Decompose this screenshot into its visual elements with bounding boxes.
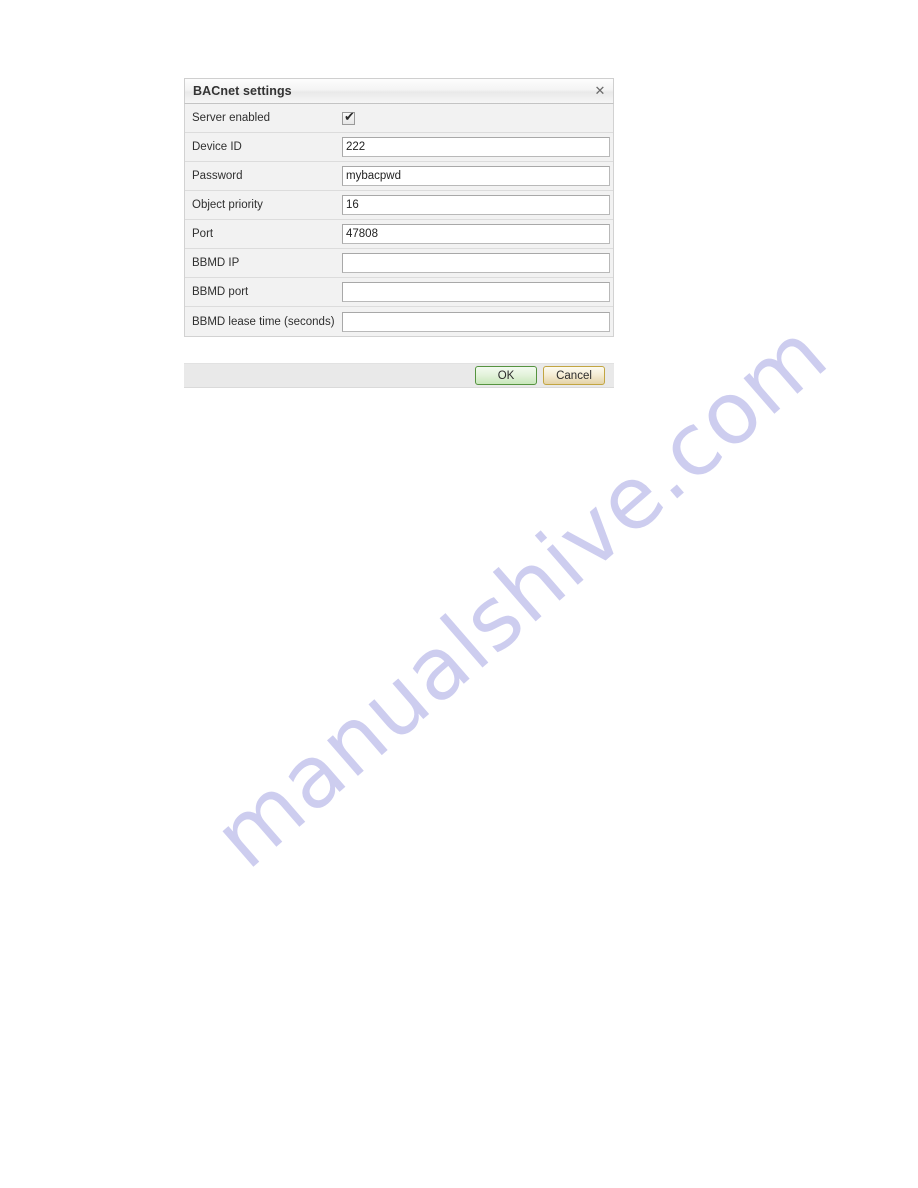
field-row-server-enabled: Server enabled ✔ [185, 104, 613, 133]
control-device-id [342, 137, 611, 157]
control-object-priority [342, 195, 611, 215]
field-row-port: Port [185, 220, 613, 249]
bbmd-ip-input[interactable] [342, 253, 610, 273]
control-bbmd-port [342, 282, 611, 302]
device-id-input[interactable] [342, 137, 610, 157]
control-password [342, 166, 611, 186]
field-row-object-priority: Object priority [185, 191, 613, 220]
field-row-bbmd-lease-time: BBMD lease time (seconds) [185, 307, 613, 336]
label-device-id: Device ID [192, 141, 242, 153]
watermark-text: manualshive.com [195, 303, 847, 888]
bacnet-settings-dialog: BACnet settings ✕ Server enabled ✔ Devic… [184, 78, 614, 388]
control-server-enabled: ✔ [342, 109, 611, 125]
object-priority-input[interactable] [342, 195, 610, 215]
field-row-device-id: Device ID [185, 133, 613, 162]
label-bbmd-lease-time: BBMD lease time (seconds) [192, 315, 335, 328]
field-row-bbmd-port: BBMD port [185, 278, 613, 307]
dialog-footer: OK Cancel [184, 363, 614, 388]
bbmd-lease-time-input[interactable] [342, 311, 610, 332]
port-input[interactable] [342, 224, 610, 244]
label-object-priority: Object priority [192, 199, 263, 211]
password-input[interactable] [342, 166, 610, 186]
settings-field-table: Server enabled ✔ Device ID Password Obje… [184, 104, 614, 337]
control-port [342, 224, 611, 244]
label-password: Password [192, 170, 243, 182]
bbmd-port-input[interactable] [342, 282, 610, 302]
label-bbmd-ip: BBMD IP [192, 257, 240, 269]
dialog-title: BACnet settings [193, 84, 292, 98]
ok-button[interactable]: OK [475, 366, 537, 385]
label-bbmd-port: BBMD port [192, 286, 249, 298]
field-row-bbmd-ip: BBMD IP [185, 249, 613, 278]
dialog-titlebar: BACnet settings ✕ [184, 78, 614, 104]
server-enabled-checkbox[interactable]: ✔ [342, 109, 355, 125]
cancel-button[interactable]: Cancel [543, 366, 605, 385]
label-server-enabled: Server enabled [192, 112, 270, 124]
control-bbmd-lease-time [342, 311, 611, 332]
label-port: Port [192, 228, 214, 240]
close-icon[interactable]: ✕ [592, 83, 608, 99]
checkmark-icon: ✔ [344, 109, 355, 125]
control-bbmd-ip [342, 253, 611, 273]
field-row-password: Password [185, 162, 613, 191]
